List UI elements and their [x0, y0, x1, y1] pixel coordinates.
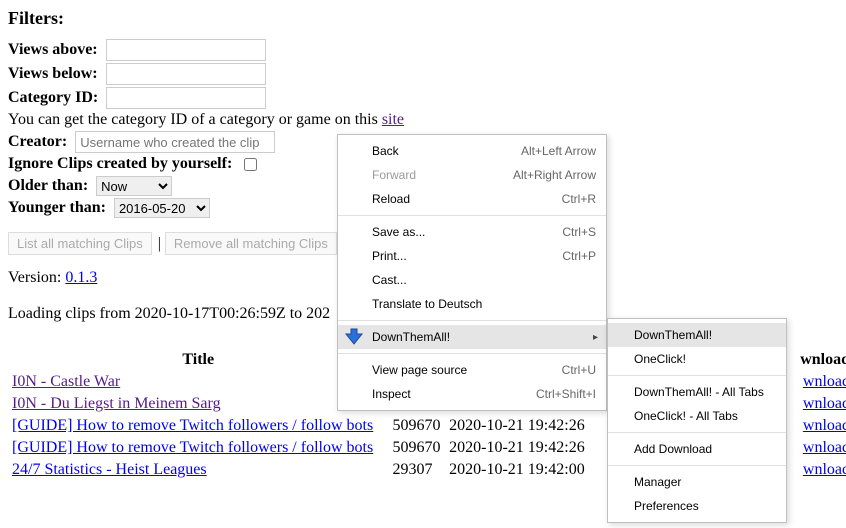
clip-download-link[interactable]: wnload	[803, 439, 846, 456]
ctx-viewsrc-label: View page source	[372, 363, 467, 377]
sub-oneclick[interactable]: OneClick!	[608, 347, 786, 371]
down-arrow-icon	[344, 327, 364, 347]
clip-created: 2020-10-21 19:42:26	[445, 415, 623, 437]
clip-title-link[interactable]: [GUIDE] How to remove Twitch followers /…	[12, 439, 373, 456]
context-submenu-downthemall: DownThemAll! OneClick! DownThemAll! - Al…	[607, 318, 787, 523]
sub-add-download-label: Add Download	[634, 442, 712, 456]
views-above-label: Views above:	[8, 41, 98, 58]
clip-download-link[interactable]: wnload	[803, 417, 846, 434]
ctx-cast-label: Cast...	[372, 273, 407, 287]
views-above-row: Views above:	[8, 39, 846, 61]
older-than-label: Older than:	[8, 177, 88, 194]
ctx-saveas[interactable]: Save as... Ctrl+S	[338, 220, 606, 244]
creator-input[interactable]	[75, 131, 275, 153]
filters-heading: Filters:	[8, 8, 846, 29]
context-menu: Back Alt+Left Arrow Forward Alt+Right Ar…	[337, 134, 607, 411]
sub-oneclick-tabs-label: OneClick! - All Tabs	[634, 409, 738, 423]
th-title: Title	[8, 349, 388, 371]
sub-manager-label: Manager	[634, 475, 681, 489]
version-label: Version:	[8, 269, 65, 286]
ctx-downthemall[interactable]: DownThemAll!	[338, 325, 606, 349]
older-than-select[interactable]: Now	[96, 176, 172, 196]
ctx-sep	[608, 465, 786, 466]
ctx-back[interactable]: Back Alt+Left Arrow	[338, 139, 606, 163]
category-help-text: You can get the category ID of a categor…	[8, 111, 382, 128]
ctx-print-shortcut: Ctrl+P	[532, 249, 596, 263]
ignore-self-checkbox[interactable]	[244, 158, 257, 171]
ctx-sep	[338, 320, 606, 321]
clip-title-link[interactable]: 24/7 Statistics - Heist Leagues	[12, 461, 207, 478]
ctx-forward-shortcut: Alt+Right Arrow	[483, 168, 596, 182]
sub-preferences-label: Preferences	[634, 499, 699, 513]
views-above-input[interactable]	[106, 39, 266, 61]
ctx-print[interactable]: Print... Ctrl+P	[338, 244, 606, 268]
younger-than-label: Younger than:	[8, 199, 106, 216]
ctx-reload-label: Reload	[372, 192, 410, 206]
ctx-forward: Forward Alt+Right Arrow	[338, 163, 606, 187]
ctx-back-label: Back	[372, 144, 399, 158]
views-below-label: Views below:	[8, 65, 98, 82]
category-id-label: Category ID:	[8, 89, 98, 106]
ctx-downthemall-label: DownThemAll!	[372, 330, 450, 344]
sub-dta-tabs[interactable]: DownThemAll! - All Tabs	[608, 380, 786, 404]
clip-title-link[interactable]: I0N - Du Liegst in Meinem Sarg	[12, 395, 221, 412]
clip-views: 509670	[388, 437, 445, 459]
ignore-self-label: Ignore Clips created by yourself:	[8, 155, 232, 172]
clip-download-link[interactable]: wnload	[803, 461, 846, 478]
ctx-saveas-label: Save as...	[372, 225, 425, 239]
clip-views: 509670	[388, 415, 445, 437]
sub-dta-tabs-label: DownThemAll! - All Tabs	[634, 385, 764, 399]
ctx-viewsrc-shortcut: Ctrl+U	[532, 363, 596, 377]
ctx-sep	[338, 215, 606, 216]
clip-title-link[interactable]: [GUIDE] How to remove Twitch followers /…	[12, 417, 373, 434]
category-id-row: Category ID:	[8, 87, 846, 109]
clip-created: 2020-10-21 19:42:00	[445, 459, 623, 481]
clip-download-link[interactable]: wnload	[803, 395, 846, 412]
sub-manager[interactable]: Manager	[608, 470, 786, 494]
sub-preferences[interactable]: Preferences	[608, 494, 786, 518]
button-separator: |	[158, 235, 161, 252]
ctx-reload[interactable]: Reload Ctrl+R	[338, 187, 606, 211]
remove-matching-button[interactable]: Remove all matching Clips	[165, 232, 337, 255]
views-below-row: Views below:	[8, 63, 846, 85]
sub-dta-label: DownThemAll!	[634, 328, 712, 342]
clip-views: 29307	[388, 459, 445, 481]
ctx-sep	[338, 353, 606, 354]
sub-add-download[interactable]: Add Download	[608, 437, 786, 461]
ctx-print-label: Print...	[372, 249, 407, 263]
ctx-inspect-label: Inspect	[372, 387, 411, 401]
ctx-reload-shortcut: Ctrl+R	[532, 192, 596, 206]
clip-created: 2020-10-21 19:42:26	[445, 437, 623, 459]
ctx-inspect-shortcut: Ctrl+Shift+I	[506, 387, 596, 401]
category-help-link[interactable]: site	[382, 111, 404, 128]
sub-oneclick-tabs[interactable]: OneClick! - All Tabs	[608, 404, 786, 428]
ctx-sep	[608, 375, 786, 376]
category-help-row: You can get the category ID of a categor…	[8, 111, 846, 129]
ctx-cast[interactable]: Cast...	[338, 268, 606, 292]
creator-label: Creator:	[8, 133, 67, 150]
sub-dta[interactable]: DownThemAll!	[608, 323, 786, 347]
ctx-forward-label: Forward	[372, 168, 416, 182]
ctx-translate[interactable]: Translate to Deutsch	[338, 292, 606, 316]
ctx-back-shortcut: Alt+Left Arrow	[491, 144, 596, 158]
sub-oneclick-label: OneClick!	[634, 352, 686, 366]
ctx-inspect[interactable]: Inspect Ctrl+Shift+I	[338, 382, 606, 406]
clip-download-link[interactable]: wnload	[803, 373, 846, 390]
younger-than-select[interactable]: 2016-05-20	[114, 198, 210, 218]
list-matching-button[interactable]: List all matching Clips	[8, 232, 152, 255]
version-link[interactable]: 0.1.3	[65, 269, 97, 286]
views-below-input[interactable]	[106, 63, 266, 85]
ctx-view-source[interactable]: View page source Ctrl+U	[338, 358, 606, 382]
ctx-translate-label: Translate to Deutsch	[372, 297, 482, 311]
ctx-sep	[608, 432, 786, 433]
clip-title-link[interactable]: I0N - Castle War	[12, 373, 120, 390]
category-id-input[interactable]	[106, 87, 266, 109]
ctx-saveas-shortcut: Ctrl+S	[532, 225, 596, 239]
